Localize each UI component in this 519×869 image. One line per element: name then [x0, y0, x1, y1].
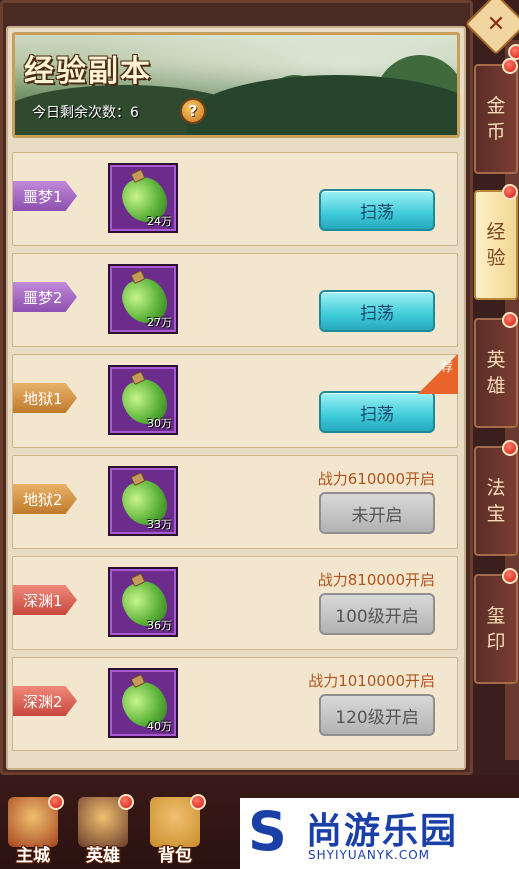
dungeon-row: 深渊2 40万 战力1010000开启 120级开启 — [12, 657, 458, 751]
watermark-url: SHYIYUANYK.COM — [308, 848, 430, 862]
remaining-count: 今日剩余次数：6 — [32, 105, 139, 121]
help-icon[interactable]: ? — [180, 98, 206, 124]
close-icon: ✕ — [486, 11, 506, 37]
nav-label: 主城 — [16, 846, 50, 866]
notification-dot — [502, 440, 518, 456]
nav-label: 背包 — [158, 846, 192, 866]
reward-quantity: 33万 — [147, 518, 172, 531]
reward-quantity: 30万 — [147, 417, 172, 430]
notification-dot — [190, 794, 206, 810]
side-tab-label: 雄 — [486, 375, 506, 397]
dungeon-row: 噩梦2 27万 扫荡 — [12, 253, 458, 347]
exp-potion-reward[interactable]: 27万 — [108, 264, 178, 334]
exp-potion-reward[interactable]: 40万 — [108, 668, 178, 738]
difficulty-tag: 地狱2 — [13, 484, 77, 514]
notification-dot — [502, 312, 518, 328]
reward-quantity: 40万 — [147, 720, 172, 733]
nav-label: 英雄 — [86, 846, 120, 866]
unlock-requirement: 战力610000开启 — [317, 470, 435, 488]
recommended-badge: 荐 — [418, 354, 458, 394]
notification-dot — [502, 184, 518, 200]
recommended-label: 荐 — [440, 360, 453, 374]
difficulty-tag: 深渊1 — [13, 585, 77, 615]
dungeon-row: 地狱1 30万 扫荡 荐 — [12, 354, 458, 448]
sweep-button[interactable]: 扫荡 — [319, 391, 435, 433]
locked-button[interactable]: 100级开启 — [319, 593, 435, 635]
notification-dot — [502, 58, 518, 74]
side-tab-label: 法 — [486, 477, 506, 499]
difficulty-tag: 深渊2 — [13, 686, 77, 716]
side-tab[interactable]: 玺印 — [474, 574, 518, 684]
side-tab-label: 经 — [486, 221, 506, 243]
watermark-name: 尚游乐园 — [306, 811, 459, 852]
locked-button[interactable]: 120级开启 — [319, 694, 435, 736]
reward-quantity: 27万 — [147, 316, 172, 329]
side-tab-label: 宝 — [486, 503, 506, 525]
difficulty-tag: 噩梦2 — [13, 282, 77, 312]
difficulty-tag: 噩梦1 — [13, 181, 77, 211]
side-tab-label: 金 — [486, 95, 506, 117]
exp-potion-reward[interactable]: 24万 — [108, 163, 178, 233]
watermark-logo: S — [248, 800, 287, 863]
exp-potion-reward[interactable]: 30万 — [108, 365, 178, 435]
reward-quantity: 24万 — [147, 215, 172, 228]
dungeon-row: 地狱2 33万 战力610000开启未开启 — [12, 455, 458, 549]
notification-dot — [118, 794, 134, 810]
side-tab[interactable]: 经验 — [474, 190, 518, 300]
dungeon-row: 深渊1 36万 战力810000开启 100级开启 — [12, 556, 458, 650]
locked-button[interactable]: 未开启 — [319, 492, 435, 534]
side-tab-label: 币 — [486, 121, 506, 143]
side-tab-label: 印 — [486, 631, 506, 653]
side-tab[interactable]: 法宝 — [474, 446, 518, 556]
side-tab[interactable]: 金币 — [474, 64, 518, 174]
page-title: 经验副本 — [24, 54, 152, 89]
sweep-button[interactable]: 扫荡 — [319, 290, 435, 332]
exp-potion-reward[interactable]: 33万 — [108, 466, 178, 536]
side-tab[interactable]: 英雄 — [474, 318, 518, 428]
reward-quantity: 36万 — [147, 619, 172, 632]
dungeon-row: 噩梦1 24万 扫荡 — [12, 152, 458, 246]
notification-dot — [502, 568, 518, 584]
notification-dot — [48, 794, 64, 810]
exp-potion-reward[interactable]: 36万 — [108, 567, 178, 637]
side-tab-label: 玺 — [486, 605, 506, 627]
unlock-requirement: 战力1010000开启 — [308, 672, 435, 690]
side-tab-label: 验 — [486, 247, 506, 269]
side-tab-label: 英 — [486, 349, 506, 371]
watermark: S 尚游乐园 SHYIYUANYK.COM — [240, 798, 519, 869]
difficulty-tag: 地狱1 — [13, 383, 77, 413]
unlock-requirement: 战力810000开启 — [317, 571, 435, 589]
sweep-button[interactable]: 扫荡 — [319, 189, 435, 231]
